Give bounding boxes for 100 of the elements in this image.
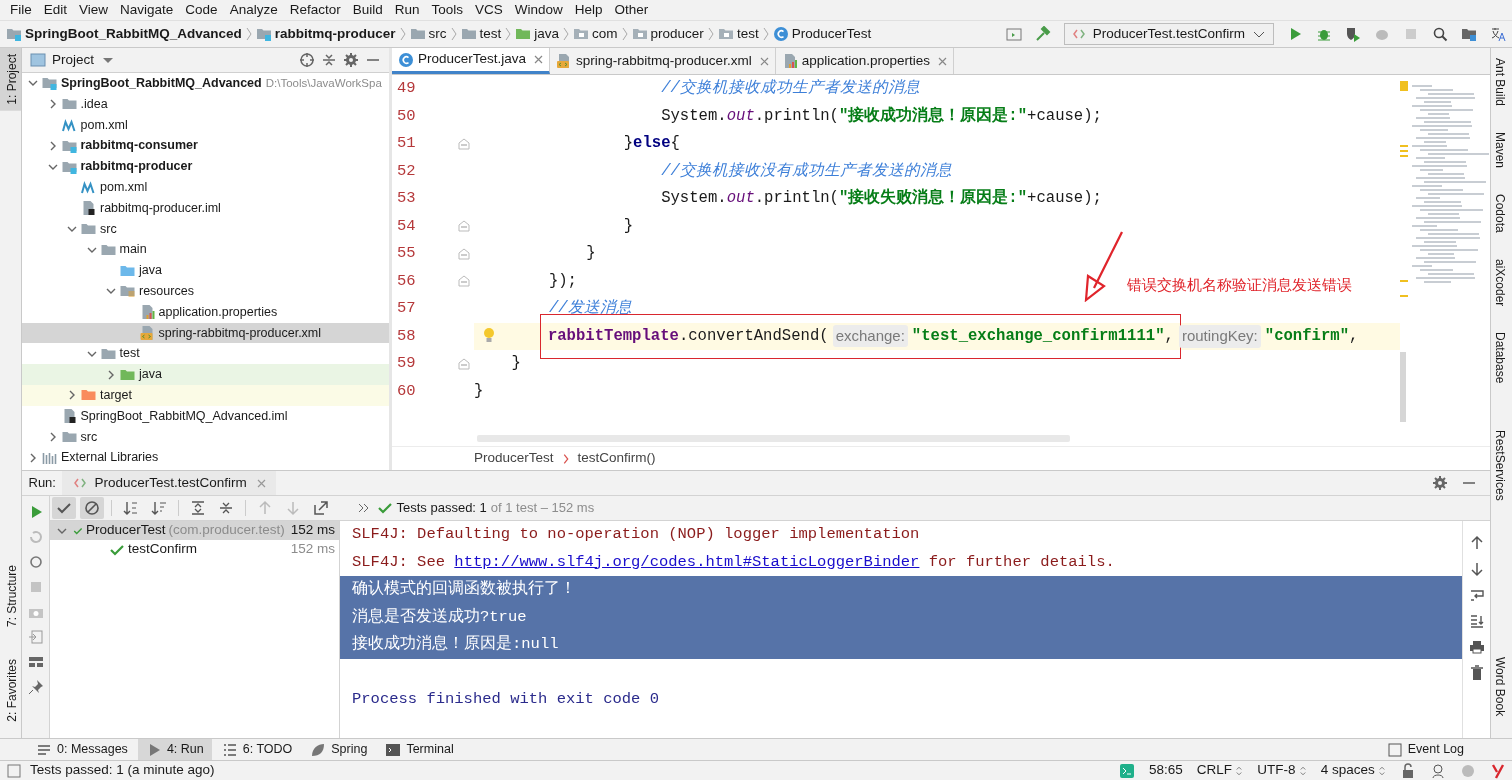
tool-window-tab[interactable]: Codota — [1491, 188, 1512, 239]
menu-item[interactable]: Navigate — [114, 0, 180, 20]
tree-item[interactable]: target — [22, 384, 389, 406]
menu-item[interactable]: Code — [179, 0, 224, 20]
tool-window-tab[interactable]: aiXcoder — [1491, 252, 1512, 313]
close-icon[interactable] — [256, 478, 266, 488]
tree-item[interactable]: application.properties — [22, 301, 389, 323]
project-structure-icon[interactable] — [1461, 26, 1477, 42]
menu-item[interactable]: View — [73, 0, 115, 20]
tree-item[interactable]: rabbitmq-producer — [22, 156, 389, 177]
close-icon[interactable] — [759, 56, 769, 66]
hammer-icon[interactable] — [1034, 26, 1051, 42]
tool-window-tab[interactable]: Database — [1491, 326, 1512, 390]
tree-item[interactable]: pom.xml — [22, 114, 389, 136]
layout-icon[interactable] — [27, 654, 44, 670]
cursor-position[interactable]: 58:65 — [1148, 760, 1183, 780]
terminal-icon[interactable] — [1118, 762, 1135, 779]
tree-item[interactable]: rabbitmq-producer.iml — [22, 197, 389, 219]
tool-window-tab[interactable]: Terminal — [377, 739, 462, 760]
tool-window-tab[interactable]: 0: Messages — [28, 739, 136, 760]
close-icon[interactable] — [534, 55, 544, 64]
breadcrumb-item[interactable]: test — [479, 23, 502, 45]
fold-marker-icon[interactable] — [458, 357, 470, 370]
tool-window-tab[interactable]: 2: Favorites — [0, 653, 21, 728]
menu-item[interactable]: Build — [346, 0, 389, 20]
breadcrumb-item[interactable]: ProducerTest — [791, 23, 872, 45]
fold-marker-icon[interactable] — [458, 275, 470, 288]
run-configuration-dropdown[interactable]: ProducerTest.testConfirm — [1063, 23, 1274, 45]
status-widget[interactable]: 4 spaces — [1320, 760, 1386, 780]
translate-icon[interactable] — [1490, 26, 1506, 42]
tree-item[interactable]: pom.xml — [22, 177, 389, 198]
lock-icon[interactable] — [1400, 762, 1416, 779]
toolbar-button[interactable] — [52, 497, 76, 519]
tool-window-tab[interactable]: Event Log — [1378, 739, 1472, 760]
test-tree-item[interactable]: ProducerTest (com.producer.test) 152 ms — [50, 521, 339, 540]
menu-item[interactable]: Help — [568, 0, 609, 20]
tool-window-tab[interactable]: Word Book — [1491, 650, 1512, 722]
import-icon[interactable] — [27, 629, 44, 645]
soft-wrap-icon[interactable] — [1468, 587, 1485, 603]
tool-window-tab[interactable]: RestServices — [1491, 423, 1512, 507]
fold-marker-icon[interactable] — [458, 137, 470, 150]
breadcrumb-item[interactable]: testConfirm() — [577, 448, 656, 469]
settings-icon[interactable] — [1432, 475, 1448, 491]
editor-tab[interactable]: application.properties — [775, 48, 954, 74]
tool-window-tab[interactable]: 7: Structure — [0, 559, 21, 634]
status-widget[interactable]: UTF-8 — [1257, 760, 1307, 780]
breadcrumb-item[interactable]: src — [428, 23, 447, 45]
tree-item[interactable]: spring-rabbitmq-producer.xml — [22, 322, 389, 344]
breadcrumb-item[interactable]: ProducerTest — [474, 448, 554, 469]
breadcrumb-item[interactable]: java — [534, 23, 560, 45]
search-icon[interactable] — [1432, 26, 1448, 42]
fold-marker-icon[interactable] — [458, 247, 470, 260]
tree-item[interactable]: SpringBoot_RabbitMQ_Advanced D:\Tools\JavaWorkSpa — [22, 73, 389, 94]
tool-window-tab[interactable]: Maven — [1491, 126, 1512, 175]
breadcrumb-item[interactable]: com — [592, 23, 618, 45]
tree-item[interactable]: External Libraries — [22, 447, 389, 469]
status-widget[interactable]: CRLF — [1196, 760, 1244, 780]
locate-icon[interactable] — [299, 52, 315, 68]
tree-item[interactable]: rabbitmq-consumer — [22, 135, 389, 157]
panel-view-dropdown[interactable]: Project — [52, 49, 95, 71]
console-link[interactable]: http://www.slf4j.org/codes.html#StaticLoggerBinder — [454, 550, 920, 574]
tool-window-tab[interactable]: Ant Build — [1491, 52, 1512, 113]
menu-item[interactable]: Other — [608, 0, 655, 20]
tree-item[interactable]: src — [22, 218, 389, 240]
menu-item[interactable]: Refactor — [283, 0, 347, 20]
menu-item[interactable]: Analyze — [223, 0, 284, 20]
tool-window-tab[interactable]: Spring — [302, 739, 376, 760]
menu-item[interactable]: Edit — [37, 0, 74, 20]
terminal-window-icon[interactable] — [1005, 26, 1022, 42]
menu-item[interactable]: VCS — [469, 0, 509, 20]
tool-window-tab[interactable]: 1: Project — [0, 48, 21, 111]
collapse-all-icon[interactable] — [321, 52, 337, 68]
tree-item[interactable]: java — [22, 260, 389, 281]
editor-tab[interactable]: ProducerTest.java — [392, 48, 551, 74]
settings-icon[interactable] — [343, 52, 359, 68]
menu-item[interactable]: Tools — [425, 0, 469, 20]
tree-item[interactable]: main — [22, 239, 389, 261]
tool-window-tab[interactable]: 4: Run — [137, 739, 212, 760]
menu-item[interactable]: Window — [508, 0, 569, 20]
fold-marker-icon[interactable] — [458, 220, 470, 233]
editor-tab[interactable]: spring-rabbitmq-producer.xml — [550, 48, 776, 74]
coverage-icon[interactable] — [1345, 26, 1361, 42]
breadcrumb-item[interactable]: test — [736, 23, 759, 45]
tree-item[interactable]: java — [22, 364, 389, 385]
tree-item[interactable]: SpringBoot_RabbitMQ_Advanced.iml — [22, 405, 389, 427]
tree-item[interactable]: src — [22, 426, 389, 448]
tree-item[interactable]: .idea — [22, 93, 389, 115]
menu-item[interactable]: Run — [388, 0, 426, 20]
panel-toggle-icon[interactable] — [6, 762, 22, 779]
down-arrow-icon[interactable] — [1468, 561, 1485, 577]
run-tab[interactable]: ProducerTest.testConfirm — [62, 471, 276, 495]
print-icon[interactable] — [1468, 639, 1485, 655]
menu-item[interactable]: File — [4, 0, 38, 20]
toolbar-button[interactable] — [80, 497, 104, 519]
breadcrumb-item[interactable]: SpringBoot_RabbitMQ_Advanced — [25, 23, 242, 45]
pin-icon[interactable] — [27, 679, 44, 695]
trash-icon[interactable] — [1468, 665, 1485, 681]
tree-item[interactable]: test — [22, 343, 389, 365]
tree-item[interactable]: resources — [22, 280, 389, 302]
test-tree-item[interactable]: testConfirm 152 ms — [50, 540, 339, 559]
